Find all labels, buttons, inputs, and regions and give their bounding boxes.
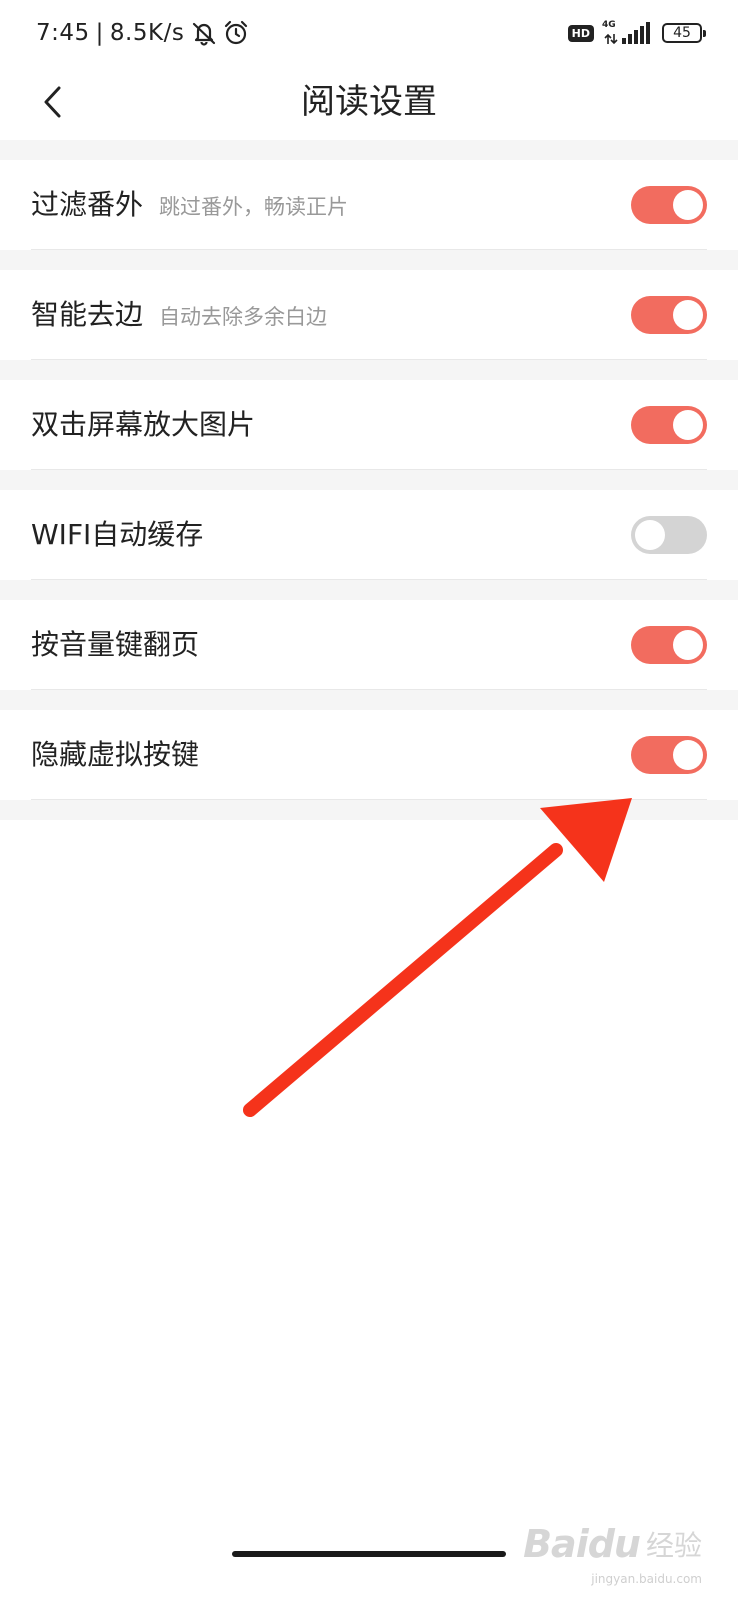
network-type: 4G (602, 20, 620, 46)
toggle-knob (673, 410, 703, 440)
page-title: 阅读设置 (301, 82, 437, 122)
setting-label: 过滤番外 跳过番外，畅读正片 (31, 160, 348, 252)
setting-row-wifi-auto-cache: WIFI自动缓存 (0, 490, 738, 580)
bell-off-icon (193, 22, 216, 46)
smart-crop-toggle[interactable] (631, 296, 707, 334)
data-arrows-icon (604, 33, 618, 45)
toggle-knob (673, 740, 703, 770)
setting-row-filter-extras: 过滤番外 跳过番外，畅读正片 (0, 160, 738, 250)
nav-bar: 阅读设置 (0, 64, 738, 140)
double-tap-zoom-toggle[interactable] (631, 406, 707, 444)
setting-label: 按音量键翻页 (31, 600, 199, 690)
setting-label: 智能去边 自动去除多余白边 (31, 270, 327, 362)
watermark-url: jingyan.baidu.com (591, 1572, 702, 1586)
hd-badge: HD (567, 24, 594, 42)
status-net-speed: 8.5K/s (109, 20, 185, 46)
hide-virtual-keys-toggle[interactable] (631, 736, 707, 774)
setting-description: 自动去除多余白边 (159, 305, 328, 329)
network-type-label: 4G (602, 20, 616, 30)
setting-label: WIFI自动缓存 (31, 490, 203, 580)
watermark-cn-text: 经验 (645, 1529, 702, 1562)
setting-description: 跳过番外，畅读正片 (159, 195, 349, 219)
toggle-knob (673, 190, 703, 220)
filter-extras-toggle[interactable] (631, 186, 707, 224)
alarm-clock-icon (225, 20, 248, 45)
setting-row-hide-virtual-keys: 隐藏虚拟按键 (0, 710, 738, 800)
wifi-auto-cache-toggle[interactable] (631, 516, 707, 554)
setting-row-volume-key-page: 按音量键翻页 (0, 600, 738, 690)
status-left: 7:45 | 8.5K/s (36, 16, 250, 50)
status-separator: | (95, 20, 104, 46)
setting-title: 过滤番外 (31, 188, 144, 221)
toggle-knob (673, 630, 703, 660)
volume-key-page-toggle[interactable] (631, 626, 707, 664)
settings-list: 过滤番外 跳过番外，畅读正片 智能去边 自动去除多余白边 双击屏幕放大图片 WIFI… (0, 140, 738, 820)
toggle-knob (635, 520, 665, 550)
setting-row-double-tap-zoom: 双击屏幕放大图片 (0, 380, 738, 470)
setting-title: 双击屏幕放大图片 (31, 408, 256, 441)
battery-icon: 45 (662, 23, 706, 43)
status-time: 7:45 (36, 20, 90, 46)
watermark-logo-text: Baidu (523, 1522, 641, 1566)
setting-label: 隐藏虚拟按键 (31, 710, 199, 800)
signal-bars-icon (622, 22, 650, 44)
setting-title: 智能去边 (31, 298, 144, 331)
setting-row-smart-crop: 智能去边 自动去除多余白边 (0, 270, 738, 360)
battery-level: 45 (673, 25, 691, 41)
setting-title: 按音量键翻页 (31, 628, 200, 661)
setting-title: WIFI自动缓存 (31, 518, 204, 551)
baidu-watermark-logo: Baidu 经验 jingyan.baidu.com (523, 1522, 702, 1586)
home-indicator[interactable] (232, 1551, 506, 1557)
toggle-knob (673, 300, 703, 330)
setting-title: 隐藏虚拟按键 (31, 738, 200, 771)
status-bar: 7:45 | 8.5K/s HD 4G 45 (0, 0, 738, 64)
status-right: HD 4G 45 (567, 18, 706, 48)
setting-label: 双击屏幕放大图片 (31, 380, 255, 470)
